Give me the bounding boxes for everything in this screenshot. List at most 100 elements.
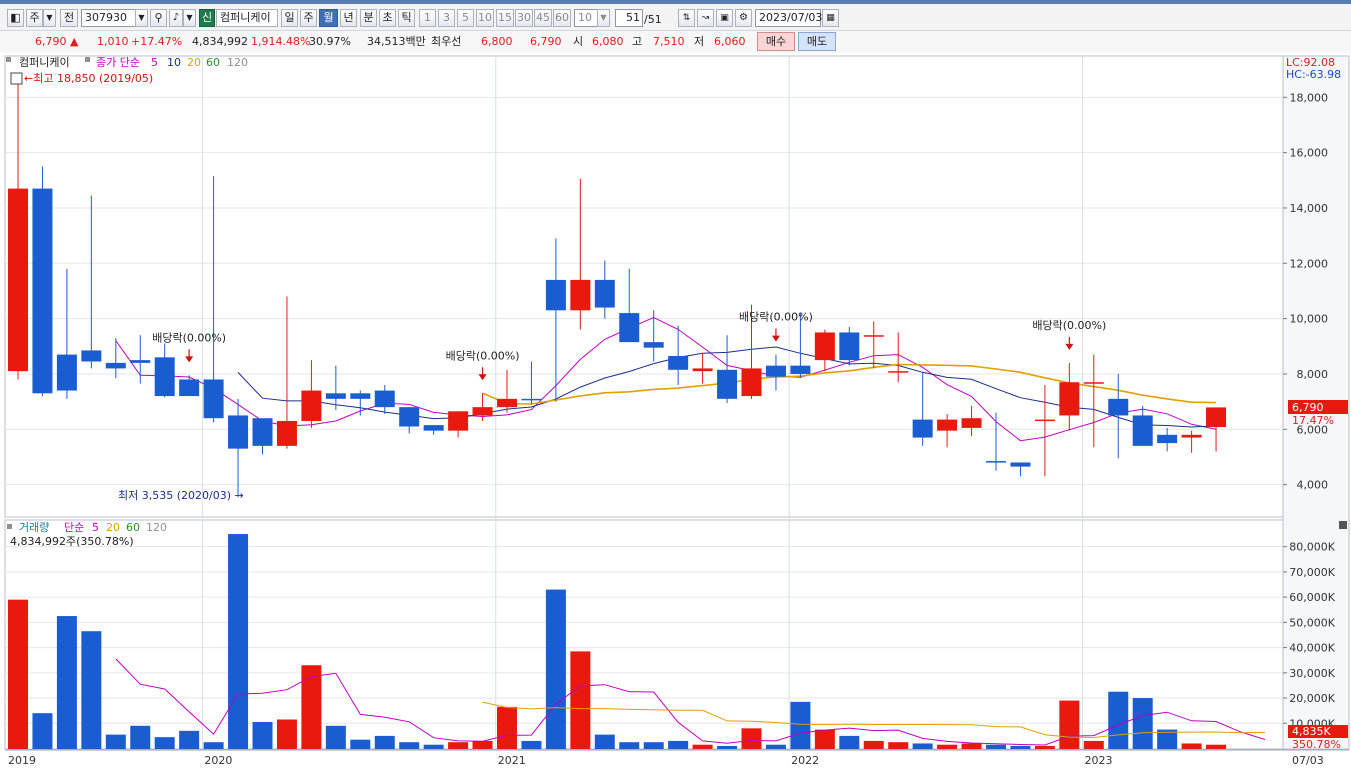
- chart-mode-icon[interactable]: ◧: [7, 9, 24, 27]
- volume-bar[interactable]: [448, 742, 469, 749]
- volume-bar[interactable]: [301, 665, 322, 749]
- volume-bar[interactable]: [790, 701, 811, 749]
- close-panel-icon[interactable]: [1339, 521, 1347, 529]
- table-icon[interactable]: [10, 72, 23, 85]
- sell-button[interactable]: 매도: [798, 32, 836, 51]
- date-input[interactable]: 2023/07/03: [755, 9, 822, 27]
- count-input[interactable]: 51: [615, 9, 643, 27]
- volume-bar[interactable]: [888, 742, 909, 749]
- volume-bar[interactable]: [1206, 744, 1227, 749]
- volume-bar[interactable]: [252, 722, 273, 749]
- volume-bar[interactable]: [81, 631, 102, 749]
- volume-bar[interactable]: [814, 729, 835, 749]
- candle[interactable]: [32, 166, 53, 397]
- interval-60-button[interactable]: 60: [553, 9, 571, 27]
- legend-ma20[interactable]: 20: [187, 56, 201, 69]
- period-tick-button[interactable]: 틱: [398, 9, 415, 27]
- magnifier-icon[interactable]: ⚲: [150, 9, 167, 27]
- trendline-icon[interactable]: ↝: [697, 9, 714, 27]
- volume-bar[interactable]: [912, 743, 933, 749]
- volume-bar[interactable]: [154, 737, 175, 749]
- interval-3-button[interactable]: 3: [438, 9, 455, 27]
- period-month-button[interactable]: 월: [319, 9, 338, 27]
- volume-bar[interactable]: [276, 719, 297, 749]
- vol-legend-ma60[interactable]: 60: [126, 521, 140, 534]
- interval-45-button[interactable]: 45: [534, 9, 552, 27]
- speaker-icon[interactable]: ♪: [169, 9, 183, 27]
- volume-bar[interactable]: [1108, 691, 1129, 749]
- volume-bar[interactable]: [228, 534, 249, 749]
- interval-10-button[interactable]: 10: [476, 9, 494, 27]
- interval-30-button[interactable]: 30: [515, 9, 533, 27]
- interval-chevron-down-icon[interactable]: ▼: [597, 9, 610, 27]
- volume-bar[interactable]: [203, 742, 224, 749]
- period-week-button[interactable]: 주: [300, 9, 317, 27]
- volume-bar[interactable]: [325, 725, 346, 749]
- volume-bar[interactable]: [8, 599, 28, 749]
- save-icon[interactable]: ▣: [716, 9, 733, 27]
- volume-bar[interactable]: [570, 651, 591, 749]
- speaker-dropdown-chevron-icon[interactable]: ▼: [183, 9, 196, 27]
- period-day-button[interactable]: 일: [281, 9, 298, 27]
- volume-bar[interactable]: [668, 740, 689, 749]
- volume-bar[interactable]: [594, 734, 615, 749]
- volume-bar[interactable]: [105, 734, 126, 749]
- volume-bar[interactable]: [32, 713, 53, 749]
- volume-bar[interactable]: [717, 745, 738, 749]
- left-arrow-icon: ←: [24, 72, 33, 85]
- volume-bar[interactable]: [130, 725, 151, 749]
- volume-bar[interactable]: [765, 744, 786, 749]
- stock-chart[interactable]: 배당락(0.00%) 배당락(0.00%) 배당락(0.00%) 배당락(0.00%)…: [0, 53, 1351, 772]
- candle-body: [863, 335, 884, 337]
- gear-icon[interactable]: ⚙: [735, 9, 752, 27]
- volume-bar[interactable]: [350, 739, 371, 749]
- volume-bar[interactable]: [56, 616, 77, 749]
- vol-legend-ma120[interactable]: 120: [146, 521, 167, 534]
- volume-bar[interactable]: [1010, 745, 1031, 749]
- candle[interactable]: [839, 326, 860, 366]
- volume-bar[interactable]: [472, 740, 493, 749]
- legend-ma10[interactable]: 10: [167, 56, 181, 69]
- stock-code-input[interactable]: 307930: [81, 9, 136, 27]
- interval-select[interactable]: 10: [574, 9, 598, 27]
- volume-bar[interactable]: [961, 743, 982, 749]
- volume-bar[interactable]: [986, 744, 1006, 749]
- volume-bar[interactable]: [1083, 740, 1104, 749]
- volume-bar[interactable]: [423, 744, 444, 749]
- buy-button[interactable]: 매수: [757, 32, 795, 51]
- volume-bar[interactable]: [741, 728, 762, 749]
- candle-toggle-icon[interactable]: ⇅: [678, 9, 695, 27]
- interval-5-button[interactable]: 5: [457, 9, 474, 27]
- volume-bar[interactable]: [1132, 698, 1153, 749]
- interval-1-button[interactable]: 1: [419, 9, 436, 27]
- volume-bar[interactable]: [937, 744, 958, 749]
- volume-bar[interactable]: [545, 589, 566, 749]
- volume-bar[interactable]: [643, 742, 664, 749]
- volume-bar[interactable]: [521, 740, 542, 749]
- volume-bar[interactable]: [863, 740, 884, 749]
- legend-ma5[interactable]: 5: [151, 56, 158, 69]
- vol-legend-ma20[interactable]: 20: [106, 521, 120, 534]
- prev-button[interactable]: 전: [60, 9, 78, 27]
- volume-bar[interactable]: [1059, 700, 1080, 749]
- volume-bar[interactable]: [497, 706, 517, 749]
- period-year-button[interactable]: 년: [340, 9, 357, 27]
- period-unit-button[interactable]: 주: [26, 9, 43, 27]
- calendar-icon[interactable]: ▦: [822, 9, 839, 27]
- period-minute-button[interactable]: 분: [360, 9, 377, 27]
- interval-15-button[interactable]: 15: [496, 9, 514, 27]
- volume-bar[interactable]: [179, 730, 200, 749]
- volume-bar[interactable]: [839, 735, 860, 749]
- volume-bar[interactable]: [1181, 743, 1202, 749]
- code-dropdown-chevron-icon[interactable]: ▼: [135, 9, 148, 27]
- vol-legend-ma5[interactable]: 5: [92, 521, 99, 534]
- volume-bar[interactable]: [399, 742, 420, 749]
- volume-bar[interactable]: [619, 742, 640, 749]
- volume-bar[interactable]: [692, 744, 713, 749]
- chevron-down-icon[interactable]: ▼: [43, 9, 56, 27]
- volume-bar[interactable]: [374, 735, 395, 749]
- volume-bar[interactable]: [1034, 745, 1055, 749]
- period-second-button[interactable]: 초: [379, 9, 396, 27]
- legend-ma60[interactable]: 60: [206, 56, 220, 69]
- legend-ma120[interactable]: 120: [227, 56, 248, 69]
